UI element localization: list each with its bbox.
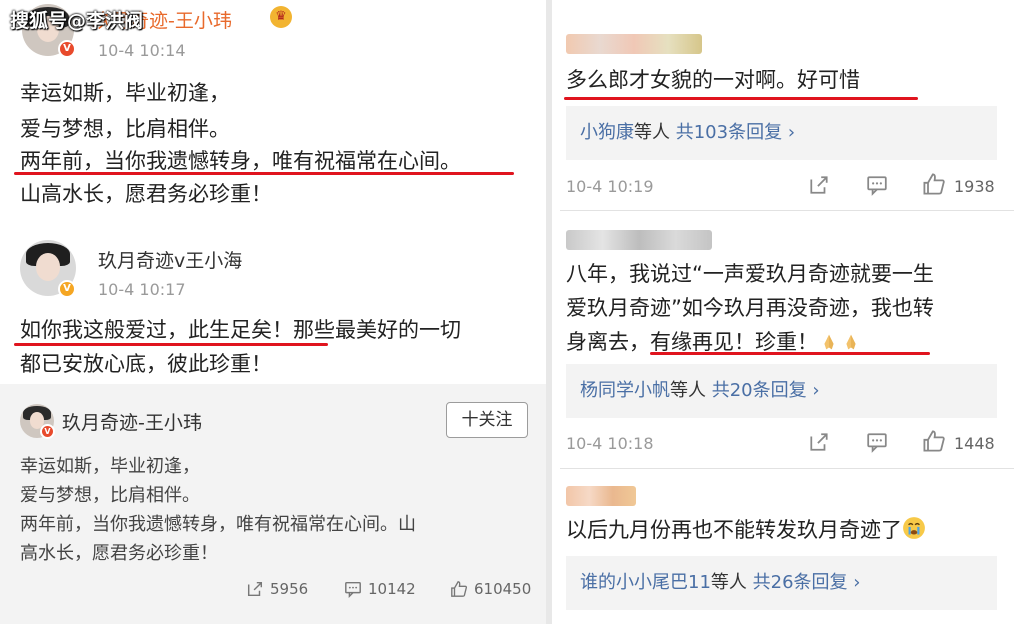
crying-emoji	[903, 517, 925, 539]
praying-hands-emoji	[846, 334, 856, 350]
chevron-right-icon: ›	[787, 122, 796, 143]
divider	[560, 468, 1014, 469]
repost-line: 高水长，愿君务必珍重！	[20, 543, 218, 564]
chevron-right-icon: ›	[812, 380, 820, 401]
post-line: 幸运如斯，毕业初逢，	[20, 81, 230, 105]
highlight-underline	[650, 352, 930, 355]
like-count: 1938	[954, 177, 995, 196]
comment-line-text: 身离去，有缘再见！珍重！	[566, 330, 818, 354]
like-icon	[451, 581, 468, 597]
chevron-right-icon: ›	[853, 572, 861, 593]
divider	[560, 210, 1014, 211]
verified-badge-icon: V	[58, 280, 76, 298]
verified-badge-icon: V	[40, 424, 55, 439]
verified-badge-icon: V	[58, 40, 76, 58]
watermark: 搜狐号@李洪阀	[10, 10, 144, 32]
reply-summary[interactable]: 谁的小小尾巴11等人 共26条回复 ›	[566, 556, 997, 610]
comment-stat[interactable]: 10142	[344, 580, 416, 598]
like-count: 610450	[474, 580, 532, 598]
post-time: 10-4 10:14	[98, 41, 186, 60]
reply-mid: 等人	[634, 122, 670, 143]
repost-line: 幸运如斯，毕业初逢，	[20, 456, 200, 477]
reply-user[interactable]: 谁的小小尾巴11	[580, 572, 711, 593]
comment-count: 10142	[368, 580, 416, 598]
comment-time: 10-4 10:18	[566, 434, 654, 453]
repost-line: 爱与梦想，比肩相伴。	[20, 485, 200, 506]
share-icon	[247, 581, 263, 597]
comment-icon[interactable]	[866, 174, 888, 196]
comment-line: 爱玖月奇迹”如今玖月再没奇迹，我也转	[566, 296, 934, 320]
post-author[interactable]: 玖月奇迹v王小海	[98, 246, 242, 273]
comment-time: 10-4 10:19	[566, 177, 654, 196]
reply-count[interactable]: 共103条回复	[676, 122, 782, 143]
comment-icon[interactable]	[866, 431, 888, 453]
share-icon[interactable]	[808, 431, 830, 453]
reply-count[interactable]: 共20条回复	[712, 380, 807, 401]
post-line: 爱与梦想，比肩相伴。	[20, 117, 230, 141]
blurred-username	[566, 486, 636, 506]
comment-text: 以后九月份再也不能转发玖月奇迹了	[566, 518, 902, 542]
repost-line: 两年前，当你我遗憾转身，唯有祝福常在心间。山	[20, 514, 416, 535]
share-stat[interactable]: 5956	[246, 580, 308, 598]
share-icon[interactable]	[808, 174, 830, 196]
repost-author[interactable]: 玖月奇迹-王小玮	[62, 408, 202, 435]
like-icon[interactable]	[922, 172, 946, 196]
reply-mid: 等人	[670, 380, 706, 401]
like-stat[interactable]: 610450	[450, 580, 531, 598]
reply-summary[interactable]: 小狗康等人 共103条回复 ›	[566, 106, 997, 160]
share-count: 5956	[270, 580, 309, 598]
reply-mid: 等人	[710, 572, 747, 593]
praying-hands-emoji	[824, 334, 834, 350]
blurred-username	[566, 230, 712, 250]
post-time: 10-4 10:17	[98, 280, 186, 299]
reply-user[interactable]: 杨同学小帆	[580, 380, 670, 401]
post-line: 山高水长，愿君务必珍重！	[20, 182, 272, 206]
reply-summary[interactable]: 杨同学小帆等人 共20条回复 ›	[566, 364, 997, 418]
comment-line: 八年，我说过“一声爱玖月奇迹就要一生	[566, 262, 934, 286]
highlight-underline	[14, 172, 514, 175]
like-icon[interactable]	[922, 429, 946, 453]
blurred-username	[566, 34, 702, 54]
comment-icon	[345, 581, 361, 598]
highlight-underline	[564, 97, 918, 100]
comment-text: 多么郎才女貌的一对啊。好可惜	[566, 68, 860, 92]
like-count: 1448	[954, 434, 995, 453]
follow-button[interactable]: 十关注	[446, 402, 528, 438]
reply-count[interactable]: 共26条回复	[753, 572, 848, 593]
post-line: 都已安放心底，彼此珍重！	[20, 352, 272, 376]
comment-line: 以后九月份再也不能转发玖月奇迹了	[566, 512, 926, 548]
reply-user[interactable]: 小狗康	[580, 122, 634, 143]
crown-icon: ♛	[270, 6, 292, 28]
